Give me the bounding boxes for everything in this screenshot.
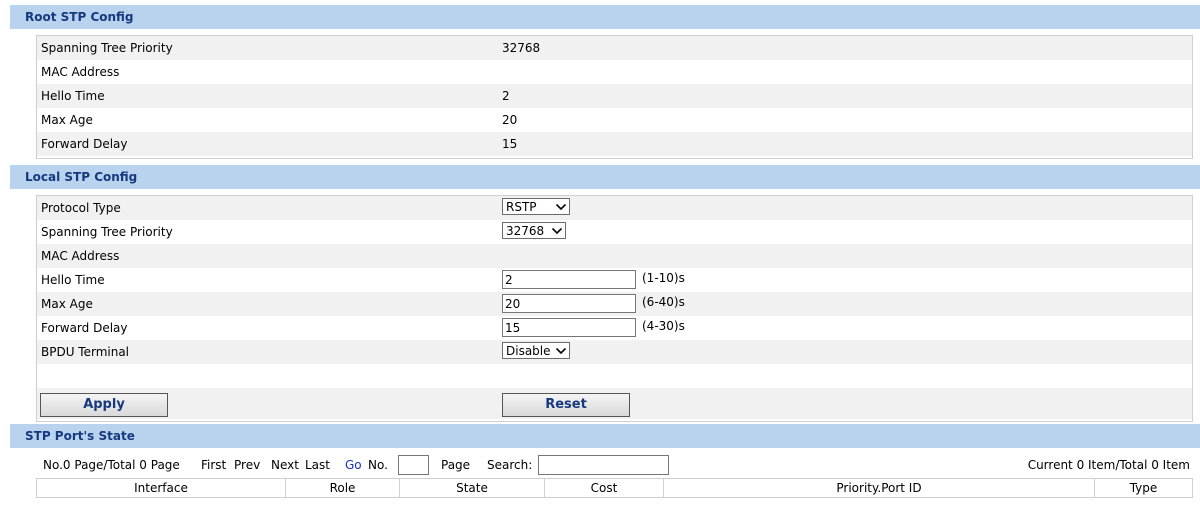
hello-time-range: (1-10)s [642,270,685,285]
root-priority-value: 32768 [502,41,541,55]
bpdu-terminal-select[interactable]: Disable [502,342,570,359]
local-fwddelay-label: Forward Delay [41,321,128,335]
protocol-type-select[interactable]: RSTP [502,198,570,215]
protocol-type-value: RSTP [506,199,537,214]
apply-button[interactable]: Apply [40,393,168,417]
forward-delay-input[interactable]: 15 [502,318,636,337]
protocol-type-row: Protocol Type RSTP [37,196,1192,220]
root-mac-label: MAC Address [41,65,120,79]
spacer-row [37,364,1192,388]
pager-bar: No.0 Page/Total 0 Page First Prev Next L… [0,455,1200,477]
root-maxage-label: Max Age [41,113,93,127]
local-maxage-row: Max Age 20 (6-40)s [37,292,1192,316]
chevron-down-icon [555,347,567,354]
root-hello-row: Hello Time 2 [37,84,1192,108]
root-maxage-value: 20 [502,113,518,127]
forward-delay-range: (4-30)s [642,318,685,333]
protocol-type-label: Protocol Type [41,201,121,215]
search-input[interactable] [538,455,669,475]
local-maxage-label: Max Age [41,297,93,311]
chevron-down-icon [551,227,563,234]
go-link[interactable]: Go [345,458,362,472]
reset-button[interactable]: Reset [502,393,630,417]
port-state-header: STP Port's State [10,424,1200,448]
root-mac-row: MAC Address [37,60,1192,84]
last-link[interactable]: Last [305,458,330,472]
root-fwddelay-value: 15 [502,137,518,151]
no-label: No. [368,458,388,472]
local-stp-config-panel: Protocol Type RSTP Spanning Tree Priorit… [36,195,1193,422]
max-age-input[interactable]: 20 [502,294,636,313]
col-interface: Interface [36,478,286,498]
local-mac-row: MAC Address [37,244,1192,268]
col-state: State [399,478,545,498]
page-label: Page [441,458,471,472]
root-fwddelay-row: Forward Delay 15 [37,132,1192,156]
page-info: No.0 Page/Total 0 Page [43,458,180,472]
page-number-input[interactable] [398,455,429,475]
local-priority-value: 32768 [506,223,545,238]
bpdu-terminal-value: Disable [506,343,551,358]
port-state-table: Interface Role State Cost Priority.Port … [36,478,1193,498]
local-mac-label: MAC Address [41,249,120,263]
root-priority-row: Spanning Tree Priority 32768 [37,36,1192,60]
local-priority-select[interactable]: 32768 [502,222,566,239]
local-priority-label: Spanning Tree Priority [41,225,173,239]
root-hello-value: 2 [502,89,510,103]
table-header-row: Interface Role State Cost Priority.Port … [36,478,1193,498]
max-age-range: (6-40)s [642,294,685,309]
bpdu-terminal-row: BPDU Terminal Disable [37,340,1192,364]
chevron-down-icon [555,203,567,210]
next-link[interactable]: Next [271,458,299,472]
hello-time-input[interactable]: 2 [502,270,636,289]
root-hello-label: Hello Time [41,89,105,103]
first-link[interactable]: First [201,458,226,472]
root-priority-label: Spanning Tree Priority [41,41,173,55]
local-priority-row: Spanning Tree Priority 32768 [37,220,1192,244]
local-stp-config-header: Local STP Config [10,165,1200,189]
prev-link[interactable]: Prev [234,458,260,472]
search-label: Search: [487,458,533,472]
col-cost: Cost [544,478,664,498]
col-priority-port-id: Priority.Port ID [663,478,1095,498]
item-info: Current 0 Item/Total 0 Item [1027,458,1190,472]
col-type: Type [1094,478,1193,498]
root-stp-config-header: Root STP Config [10,5,1200,29]
root-fwddelay-label: Forward Delay [41,137,128,151]
local-hello-label: Hello Time [41,273,105,287]
root-stp-config-panel: Spanning Tree Priority 32768 MAC Address… [36,35,1193,159]
bpdu-terminal-label: BPDU Terminal [41,345,130,359]
local-hello-row: Hello Time 2 (1-10)s [37,268,1192,292]
col-role: Role [285,478,400,498]
local-fwddelay-row: Forward Delay 15 (4-30)s [37,316,1192,340]
root-maxage-row: Max Age 20 [37,108,1192,132]
